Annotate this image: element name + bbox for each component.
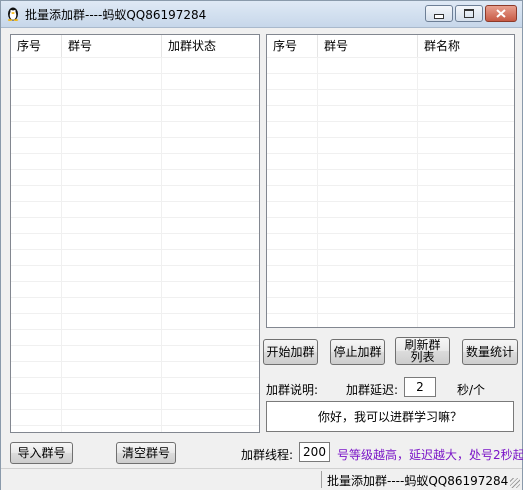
join-threads-input[interactable] bbox=[299, 442, 330, 462]
column-header-group-name[interactable]: 群名称 bbox=[418, 35, 514, 57]
column-divider bbox=[161, 57, 162, 432]
column-header-index[interactable]: 序号 bbox=[11, 35, 62, 57]
join-threads-label: 加群线程: bbox=[241, 448, 294, 462]
status-separator bbox=[321, 471, 322, 488]
import-groups-button[interactable]: 导入群号 bbox=[10, 442, 73, 464]
column-header-index[interactable]: 序号 bbox=[267, 35, 318, 57]
list-header: 序号 群号 加群状态 bbox=[11, 35, 259, 58]
maximize-icon bbox=[464, 9, 474, 18]
close-icon bbox=[496, 9, 506, 18]
join-delay-label: 加群延迟: bbox=[346, 383, 399, 397]
penguin-icon bbox=[7, 7, 19, 21]
close-button[interactable] bbox=[485, 5, 517, 22]
delay-unit-label: 秒/个 bbox=[457, 383, 486, 397]
title-bar[interactable]: 批量添加群----蚂蚁QQ86197284 bbox=[1, 1, 522, 28]
list-body[interactable] bbox=[11, 57, 259, 432]
resize-grip-icon[interactable] bbox=[510, 478, 520, 488]
join-message-text: 你好，我可以进群学习嘛？ bbox=[317, 410, 462, 424]
join-delay-input[interactable] bbox=[404, 377, 436, 397]
list-header: 序号 群号 群名称 bbox=[267, 35, 514, 58]
column-divider bbox=[317, 57, 318, 327]
list-body[interactable] bbox=[267, 57, 514, 327]
delay-hint-text: 号等级越高，延迟越大，处号2秒起 bbox=[337, 448, 523, 462]
count-stats-button[interactable]: 数量统计 bbox=[462, 339, 518, 365]
group-list-right[interactable]: 序号 群号 群名称 bbox=[266, 34, 515, 328]
status-bar: 批量添加群----蚂蚁QQ86197284 bbox=[1, 468, 522, 490]
minimize-icon bbox=[434, 14, 444, 19]
column-divider bbox=[417, 57, 418, 327]
join-message-input[interactable]: 你好，我可以进群学习嘛？ bbox=[266, 401, 514, 432]
refresh-group-list-button[interactable]: 刷新群列表 bbox=[395, 337, 450, 365]
group-list-left[interactable]: 序号 群号 加群状态 bbox=[10, 34, 260, 433]
app-window: 批量添加群----蚂蚁QQ86197284 序号 群号 加群状态 序号 群号 群… bbox=[0, 0, 523, 490]
start-join-button[interactable]: 开始加群 bbox=[263, 339, 318, 365]
clear-groups-button[interactable]: 清空群号 bbox=[116, 442, 176, 464]
minimize-button[interactable] bbox=[425, 5, 453, 22]
join-description-label: 加群说明: bbox=[266, 383, 319, 397]
column-header-group-number[interactable]: 群号 bbox=[318, 35, 418, 57]
maximize-button[interactable] bbox=[455, 5, 483, 22]
stop-join-button[interactable]: 停止加群 bbox=[330, 339, 385, 365]
window-title: 批量添加群----蚂蚁QQ86197284 bbox=[25, 8, 207, 22]
column-header-join-status[interactable]: 加群状态 bbox=[162, 35, 259, 57]
column-header-group-number[interactable]: 群号 bbox=[62, 35, 162, 57]
column-divider bbox=[61, 57, 62, 432]
status-text: 批量添加群----蚂蚁QQ86197284 bbox=[327, 474, 509, 488]
